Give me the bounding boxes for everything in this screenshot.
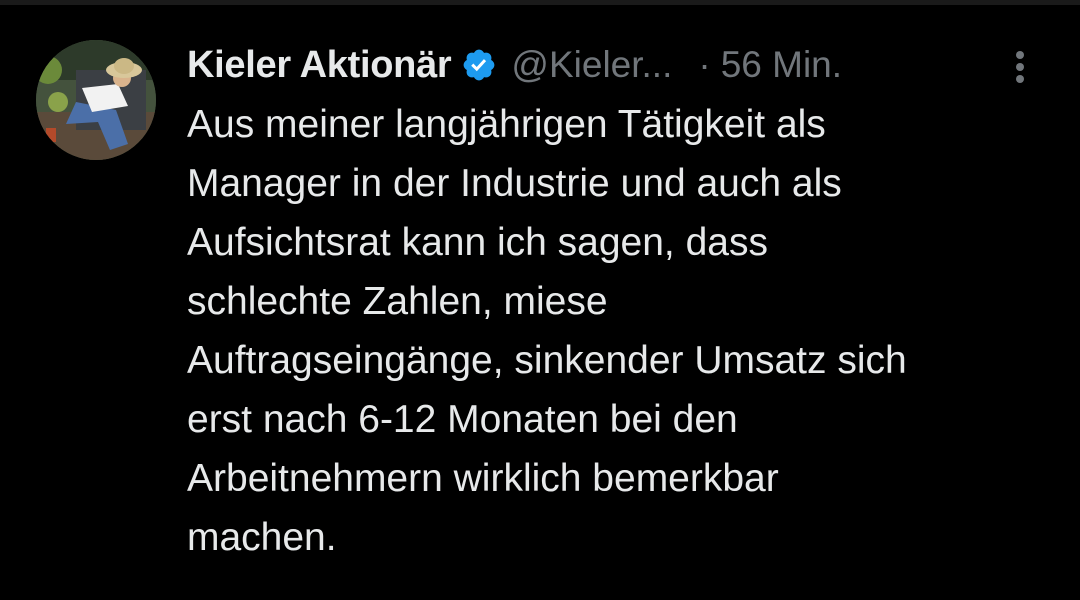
tweet-text: Aus meiner langjährigen Tätigkeit als Ma… [187,95,1067,567]
tweet-header: Kieler Aktionär @Kieler... · 56 Min. [187,37,842,93]
tweet-card[interactable]: Kieler Aktionär @Kieler... · 56 Min. Aus… [0,5,1080,600]
tweet-text-line: Auftragseingänge, sinkender Umsatz sich [187,339,907,382]
user-handle[interactable]: @Kieler... [511,44,672,86]
tweet-text-line: machen. [187,516,337,559]
separator-dot: · [698,44,711,85]
avatar-photo [36,40,156,160]
tweet-text-line: Arbeitnehmern wirklich bemerkbar [187,457,779,500]
display-name[interactable]: Kieler Aktionär [187,44,452,87]
tweet-text-line: schlechte Zahlen, miese [187,280,608,323]
tweet-text-line: Manager in der Industrie und auch als [187,162,842,205]
tweet-text-line: Aufsichtsrat kann ich sagen, dass [187,221,768,264]
tweet-text-line: Aus meiner langjährigen Tätigkeit als [187,103,826,146]
timestamp[interactable]: 56 Min. [721,44,842,86]
tweet-text-line: erst nach 6-12 Monaten bei den [187,398,738,441]
avatar[interactable] [36,40,156,160]
more-vertical-icon[interactable] [1000,45,1040,85]
verified-badge-icon[interactable] [461,47,497,83]
